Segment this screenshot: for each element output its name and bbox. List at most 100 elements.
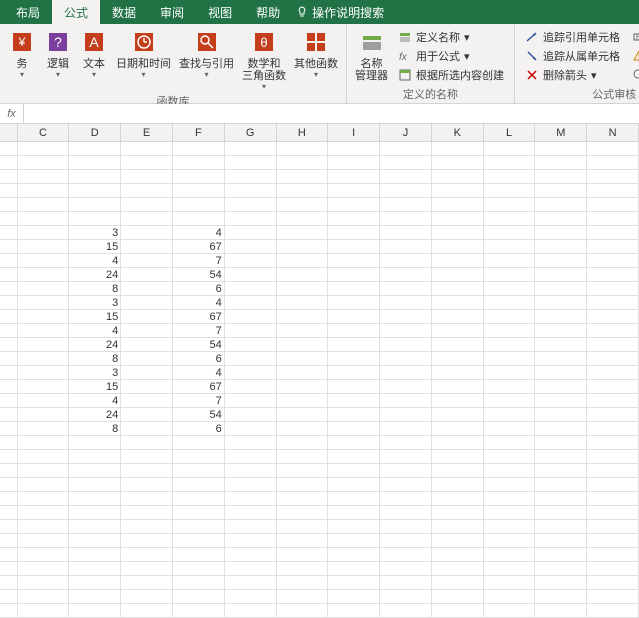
cell-M26[interactable] — [535, 492, 587, 506]
cell[interactable] — [0, 254, 18, 268]
cell-I18[interactable] — [328, 380, 380, 394]
cell-D7[interactable]: 3 — [69, 226, 121, 240]
cell-K7[interactable] — [432, 226, 484, 240]
lookup-button[interactable]: 查找与引用▾ — [175, 26, 238, 81]
cell-D18[interactable]: 15 — [69, 380, 121, 394]
cell-N15[interactable] — [587, 338, 639, 352]
cell-J32[interactable] — [380, 576, 432, 590]
cell-D32[interactable] — [69, 576, 121, 590]
cell-D2[interactable] — [69, 156, 121, 170]
cell-J9[interactable] — [380, 254, 432, 268]
cell[interactable] — [0, 478, 18, 492]
cell-M14[interactable] — [535, 324, 587, 338]
cell-I25[interactable] — [328, 478, 380, 492]
cell-K8[interactable] — [432, 240, 484, 254]
cell-K12[interactable] — [432, 296, 484, 310]
cell-G15[interactable] — [225, 338, 277, 352]
cell-H2[interactable] — [277, 156, 329, 170]
cell-K27[interactable] — [432, 506, 484, 520]
cell-E21[interactable] — [121, 422, 173, 436]
cell-E32[interactable] — [121, 576, 173, 590]
trace-dependents-button[interactable]: 追踪从属单元格 — [523, 47, 622, 65]
cell-E23[interactable] — [121, 450, 173, 464]
cell-F2[interactable] — [173, 156, 225, 170]
cell-D22[interactable] — [69, 436, 121, 450]
cell-N10[interactable] — [587, 268, 639, 282]
cell-F10[interactable]: 54 — [173, 268, 225, 282]
cell-C5[interactable] — [18, 198, 70, 212]
cell-G29[interactable] — [225, 534, 277, 548]
datetime-button[interactable]: 日期和时间▾ — [112, 26, 175, 81]
cell-G5[interactable] — [225, 198, 277, 212]
cell-N22[interactable] — [587, 436, 639, 450]
cell-M20[interactable] — [535, 408, 587, 422]
cell-L18[interactable] — [484, 380, 536, 394]
cell-C1[interactable] — [18, 142, 70, 156]
cell-N31[interactable] — [587, 562, 639, 576]
tab-review[interactable]: 审阅 — [148, 0, 196, 24]
cell-M11[interactable] — [535, 282, 587, 296]
cell-N14[interactable] — [587, 324, 639, 338]
cell-C25[interactable] — [18, 478, 70, 492]
cell-I34[interactable] — [328, 604, 380, 618]
cell-K28[interactable] — [432, 520, 484, 534]
cell-I33[interactable] — [328, 590, 380, 604]
cell-H25[interactable] — [277, 478, 329, 492]
cell-I17[interactable] — [328, 366, 380, 380]
cell-G23[interactable] — [225, 450, 277, 464]
cell-E3[interactable] — [121, 170, 173, 184]
cell-G8[interactable] — [225, 240, 277, 254]
cell-I1[interactable] — [328, 142, 380, 156]
cell-I29[interactable] — [328, 534, 380, 548]
cell-G6[interactable] — [225, 212, 277, 226]
cell-N5[interactable] — [587, 198, 639, 212]
cell-K14[interactable] — [432, 324, 484, 338]
show-formulas-button[interactable]: fx显示公式 — [630, 28, 639, 46]
cell-F28[interactable] — [173, 520, 225, 534]
cell-N33[interactable] — [587, 590, 639, 604]
cell-N26[interactable] — [587, 492, 639, 506]
column-header-L[interactable]: L — [484, 124, 536, 141]
cell-E15[interactable] — [121, 338, 173, 352]
cell-C2[interactable] — [18, 156, 70, 170]
column-header-I[interactable]: I — [328, 124, 380, 141]
cell-L34[interactable] — [484, 604, 536, 618]
cell-E31[interactable] — [121, 562, 173, 576]
cell-J21[interactable] — [380, 422, 432, 436]
cell-I11[interactable] — [328, 282, 380, 296]
cell-C7[interactable] — [18, 226, 70, 240]
cell-K23[interactable] — [432, 450, 484, 464]
cell-C20[interactable] — [18, 408, 70, 422]
cell-N11[interactable] — [587, 282, 639, 296]
cell[interactable] — [0, 590, 18, 604]
cell[interactable] — [0, 198, 18, 212]
cell-I26[interactable] — [328, 492, 380, 506]
cell-K1[interactable] — [432, 142, 484, 156]
math-button[interactable]: θ 数学和 三角函数▾ — [238, 26, 290, 93]
cell-H23[interactable] — [277, 450, 329, 464]
cell-J29[interactable] — [380, 534, 432, 548]
cell-K30[interactable] — [432, 548, 484, 562]
cell-L11[interactable] — [484, 282, 536, 296]
cell[interactable] — [0, 240, 18, 254]
cell-K2[interactable] — [432, 156, 484, 170]
cell-F11[interactable]: 6 — [173, 282, 225, 296]
cell-K10[interactable] — [432, 268, 484, 282]
cell-I31[interactable] — [328, 562, 380, 576]
cell[interactable] — [0, 408, 18, 422]
cell-G26[interactable] — [225, 492, 277, 506]
cell-N21[interactable] — [587, 422, 639, 436]
cell-E8[interactable] — [121, 240, 173, 254]
cell-I32[interactable] — [328, 576, 380, 590]
cell-H18[interactable] — [277, 380, 329, 394]
cell-H28[interactable] — [277, 520, 329, 534]
cell-G4[interactable] — [225, 184, 277, 198]
name-manager-button[interactable]: 名称 管理器 — [351, 26, 392, 84]
cell-E16[interactable] — [121, 352, 173, 366]
define-name-button[interactable]: 定义名称 ▾ — [396, 28, 506, 46]
cell-C8[interactable] — [18, 240, 70, 254]
cell-H15[interactable] — [277, 338, 329, 352]
cell-N2[interactable] — [587, 156, 639, 170]
cell-L3[interactable] — [484, 170, 536, 184]
cell-J16[interactable] — [380, 352, 432, 366]
